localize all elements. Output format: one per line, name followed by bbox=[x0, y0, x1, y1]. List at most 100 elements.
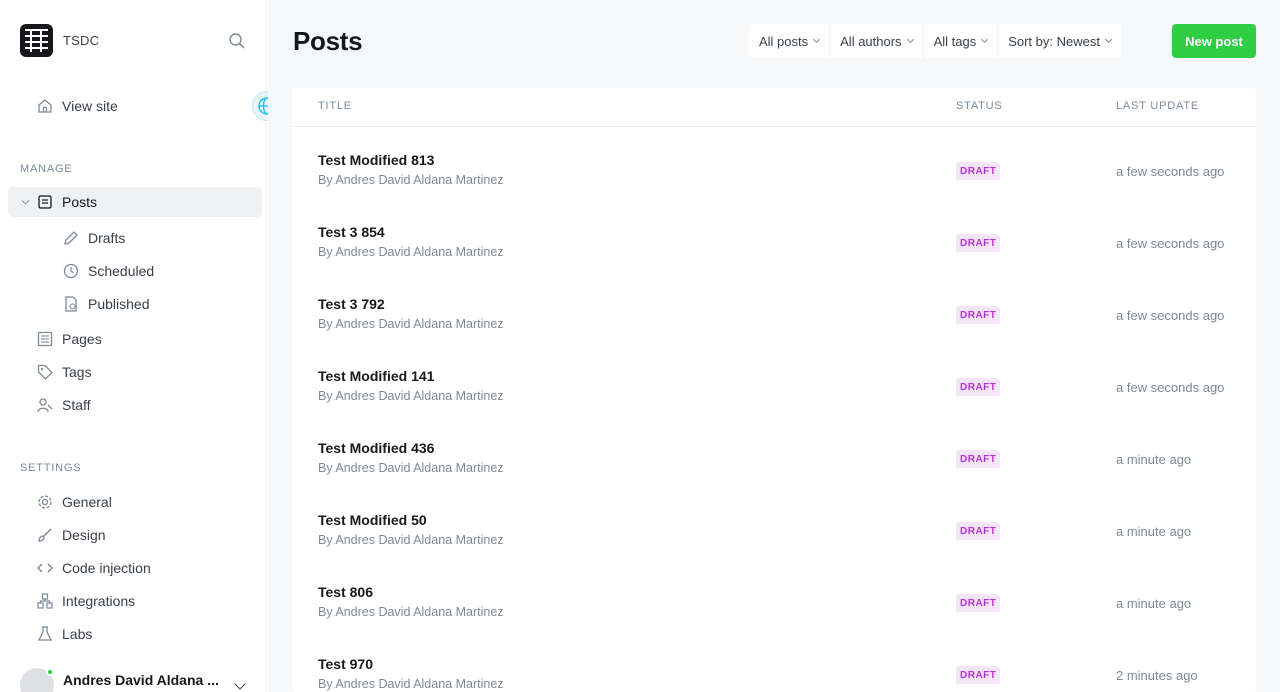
sidebar-item-label: Published bbox=[88, 296, 150, 312]
table-row[interactable]: Test 970 By Andres David Aldana Martinez… bbox=[292, 638, 1256, 692]
sidebar-item-published[interactable]: Published bbox=[62, 292, 150, 316]
search-icon[interactable] bbox=[228, 32, 246, 50]
table-row[interactable]: Test 3 854 By Andres David Aldana Martin… bbox=[292, 206, 1256, 278]
sidebar-item-drafts[interactable]: Drafts bbox=[62, 226, 125, 250]
filter-sort[interactable]: Sort by: Newest bbox=[998, 24, 1121, 58]
post-byline: By Andres David Aldana Martinez bbox=[318, 173, 504, 187]
post-title: Test 806 bbox=[318, 584, 373, 600]
table-row[interactable]: Test 806 By Andres David Aldana Martinez… bbox=[292, 566, 1256, 638]
new-post-button[interactable]: New post bbox=[1172, 24, 1256, 58]
post-byline: By Andres David Aldana Martinez bbox=[318, 605, 504, 619]
status-badge: DRAFT bbox=[956, 594, 1001, 612]
brand[interactable]: TSDC bbox=[20, 24, 99, 57]
sidebar-item-integrations[interactable]: Integrations bbox=[36, 589, 135, 613]
post-byline: By Andres David Aldana Martinez bbox=[318, 677, 504, 691]
sidebar-item-code-injection[interactable]: Code injection bbox=[36, 556, 151, 580]
last-update: a few seconds ago bbox=[1116, 236, 1225, 251]
last-update: a minute ago bbox=[1116, 596, 1192, 611]
chevron-down-icon[interactable] bbox=[234, 678, 246, 690]
sidebar-item-label: Scheduled bbox=[88, 263, 155, 279]
sidebar-item-posts[interactable]: Posts bbox=[8, 187, 262, 217]
filter-all-tags[interactable]: All tags bbox=[924, 24, 999, 58]
filter-label: All authors bbox=[840, 33, 902, 49]
sidebar-item-label: Tags bbox=[62, 364, 92, 380]
sidebar-item-scheduled[interactable]: Scheduled bbox=[62, 259, 154, 283]
online-status-icon bbox=[46, 668, 54, 676]
home-icon bbox=[36, 97, 54, 115]
integrations-icon bbox=[36, 592, 54, 610]
user-name: Andres David Aldana ... bbox=[63, 672, 219, 688]
filter-label: Sort by: Newest bbox=[1008, 33, 1100, 49]
filter-all-posts[interactable]: All posts bbox=[749, 24, 831, 58]
sidebar-item-label: General bbox=[62, 494, 112, 510]
sidebar-item-design[interactable]: Design bbox=[36, 523, 106, 547]
user-menu[interactable]: Andres David Aldana ... bbox=[20, 668, 219, 692]
table-row[interactable]: Test Modified 141 By Andres David Aldana… bbox=[292, 350, 1256, 422]
status-badge: DRAFT bbox=[956, 234, 1001, 252]
gear-icon bbox=[36, 493, 54, 511]
site-logo-icon bbox=[20, 24, 53, 57]
table-row[interactable]: Test Modified 813 By Andres David Aldana… bbox=[292, 134, 1256, 206]
staff-icon bbox=[36, 396, 54, 414]
last-update: a few seconds ago bbox=[1116, 308, 1225, 323]
status-badge: DRAFT bbox=[956, 450, 1001, 468]
site-name: TSDC bbox=[63, 33, 100, 48]
sidebar-item-label: Pages bbox=[62, 331, 102, 347]
sidebar-item-label: Posts bbox=[62, 194, 98, 210]
status-badge: DRAFT bbox=[956, 378, 1001, 396]
chevron-down-icon bbox=[906, 35, 914, 43]
sidebar-item-staff[interactable]: Staff bbox=[36, 393, 91, 417]
sidebar-item-label: Drafts bbox=[88, 230, 126, 246]
sidebar-item-label: Staff bbox=[62, 397, 91, 413]
table-row[interactable]: Test Modified 436 By Andres David Aldana… bbox=[292, 422, 1256, 494]
brush-icon bbox=[36, 526, 54, 544]
code-icon bbox=[36, 559, 54, 577]
sidebar-item-label: Code injection bbox=[62, 560, 151, 576]
chevron-down-icon bbox=[813, 35, 821, 43]
sidebar-item-label: Integrations bbox=[62, 593, 136, 609]
manage-section-label: MANAGE bbox=[20, 163, 73, 175]
table-row[interactable]: Test 3 792 By Andres David Aldana Martin… bbox=[292, 278, 1256, 350]
posts-icon bbox=[36, 193, 54, 211]
status-badge: DRAFT bbox=[956, 306, 1001, 324]
post-title: Test 3 854 bbox=[318, 224, 385, 240]
avatar bbox=[20, 668, 54, 692]
clock-icon bbox=[62, 262, 80, 280]
last-update: a minute ago bbox=[1116, 452, 1192, 467]
posts-table: TITLE STATUS LAST UPDATE Test Modified 8… bbox=[292, 88, 1256, 692]
main-content: Posts All posts All authors All tags Sor… bbox=[268, 0, 1280, 692]
sidebar-item-label: Design bbox=[62, 527, 106, 543]
post-byline: By Andres David Aldana Martinez bbox=[318, 317, 504, 331]
sidebar-item-label: Labs bbox=[62, 626, 93, 642]
post-byline: By Andres David Aldana Martinez bbox=[318, 389, 504, 403]
last-update: a few seconds ago bbox=[1116, 164, 1225, 179]
sidebar: TSDC View site MANAGE Posts Drafts Sched… bbox=[0, 0, 282, 692]
last-update: a minute ago bbox=[1116, 524, 1192, 539]
post-byline: By Andres David Aldana Martinez bbox=[318, 461, 504, 475]
chevron-down-icon[interactable] bbox=[21, 196, 30, 205]
sidebar-item-tags[interactable]: Tags bbox=[36, 360, 92, 384]
sidebar-item-general[interactable]: General bbox=[36, 490, 112, 514]
sidebar-item-labs[interactable]: Labs bbox=[36, 622, 92, 646]
status-badge: DRAFT bbox=[956, 522, 1001, 540]
status-badge: DRAFT bbox=[956, 162, 1001, 180]
filter-label: All tags bbox=[933, 33, 977, 49]
sidebar-item-pages[interactable]: Pages bbox=[36, 327, 102, 351]
pen-icon bbox=[62, 229, 80, 247]
view-site-link[interactable]: View site bbox=[36, 96, 118, 116]
published-icon bbox=[62, 295, 80, 313]
filter-all-authors[interactable]: All authors bbox=[830, 24, 924, 58]
column-header-status: STATUS bbox=[956, 100, 1003, 112]
post-title: Test Modified 141 bbox=[318, 368, 435, 384]
flask-icon bbox=[36, 625, 54, 643]
table-divider bbox=[292, 126, 1256, 127]
post-byline: By Andres David Aldana Martinez bbox=[318, 533, 504, 547]
last-update: 2 minutes ago bbox=[1116, 668, 1198, 683]
post-title: Test Modified 436 bbox=[318, 440, 435, 456]
table-row[interactable]: Test Modified 50 By Andres David Aldana … bbox=[292, 494, 1256, 566]
post-byline: By Andres David Aldana Martinez bbox=[318, 245, 504, 259]
last-update: a few seconds ago bbox=[1116, 380, 1225, 395]
view-site-label: View site bbox=[62, 98, 118, 114]
page-title: Posts bbox=[293, 26, 363, 56]
filter-bar: All posts All authors All tags Sort by: … bbox=[749, 24, 1121, 58]
